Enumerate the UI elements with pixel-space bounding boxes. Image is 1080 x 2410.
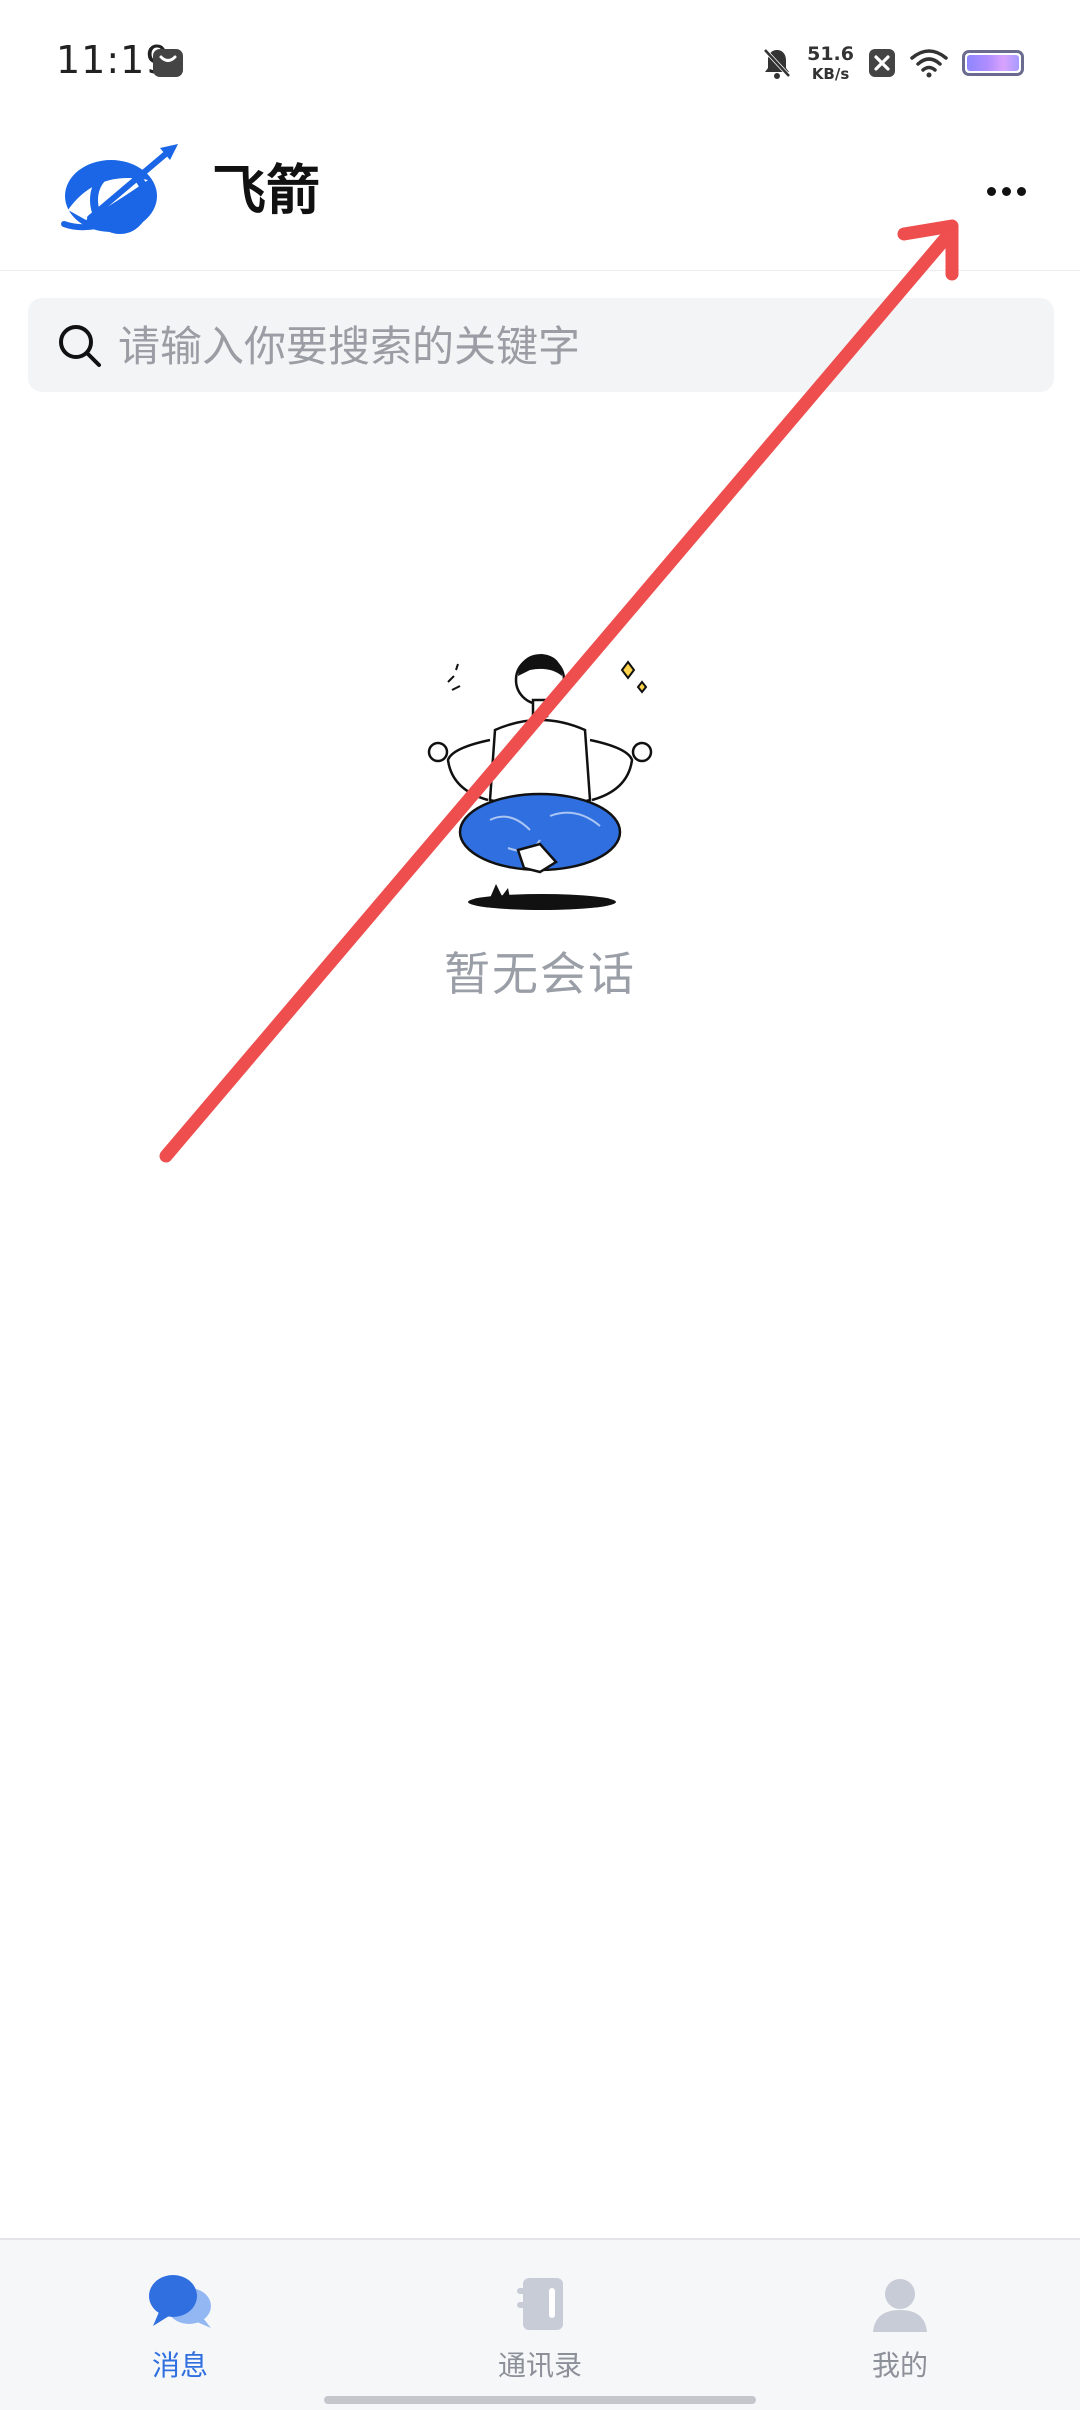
mute-icon <box>763 48 791 79</box>
bottom-navigation: 消息 通讯录 我的 <box>0 2238 1080 2410</box>
tab-messages-label: 消息 <box>151 2349 208 2382</box>
status-icons: 51.6 KB/s <box>761 40 1024 86</box>
empty-state-text: 暂无会话 <box>444 947 636 1001</box>
battery-icon <box>962 50 1024 76</box>
tab-contacts[interactable]: 通讯录 <box>360 2240 720 2390</box>
wifi-icon <box>910 49 948 78</box>
app-logo-icon <box>61 144 178 234</box>
chat-bubbles-icon <box>149 2275 211 2328</box>
home-indicator[interactable] <box>324 2396 756 2404</box>
search-icon <box>59 325 101 367</box>
tab-messages[interactable]: 消息 <box>0 2240 360 2390</box>
more-options-button[interactable] <box>966 156 1046 226</box>
contacts-book-icon <box>517 2278 563 2330</box>
network-speed: 51.6 KB/s <box>807 42 854 83</box>
search-input[interactable] <box>116 298 1020 394</box>
status-bar: 11:19 51.6 KB/s <box>0 0 1080 110</box>
more-dot <box>1016 186 1026 196</box>
more-dot <box>1001 186 1011 196</box>
empty-state-illustration <box>427 654 653 910</box>
person-icon <box>873 2279 927 2332</box>
app-header: 飞箭 <box>0 110 1080 271</box>
search-bar[interactable] <box>28 298 1054 394</box>
tab-profile[interactable]: 我的 <box>720 2240 1080 2390</box>
network-speed-value: 51.6 <box>807 42 854 65</box>
more-horizontal-icon <box>986 186 996 196</box>
close-box-icon <box>869 49 895 77</box>
tab-contacts-label: 通讯录 <box>497 2349 582 2382</box>
tab-profile-label: 我的 <box>871 2349 928 2382</box>
network-speed-unit: KB/s <box>811 64 850 83</box>
notification-icon <box>153 49 183 77</box>
app-title: 飞箭 <box>212 159 320 222</box>
